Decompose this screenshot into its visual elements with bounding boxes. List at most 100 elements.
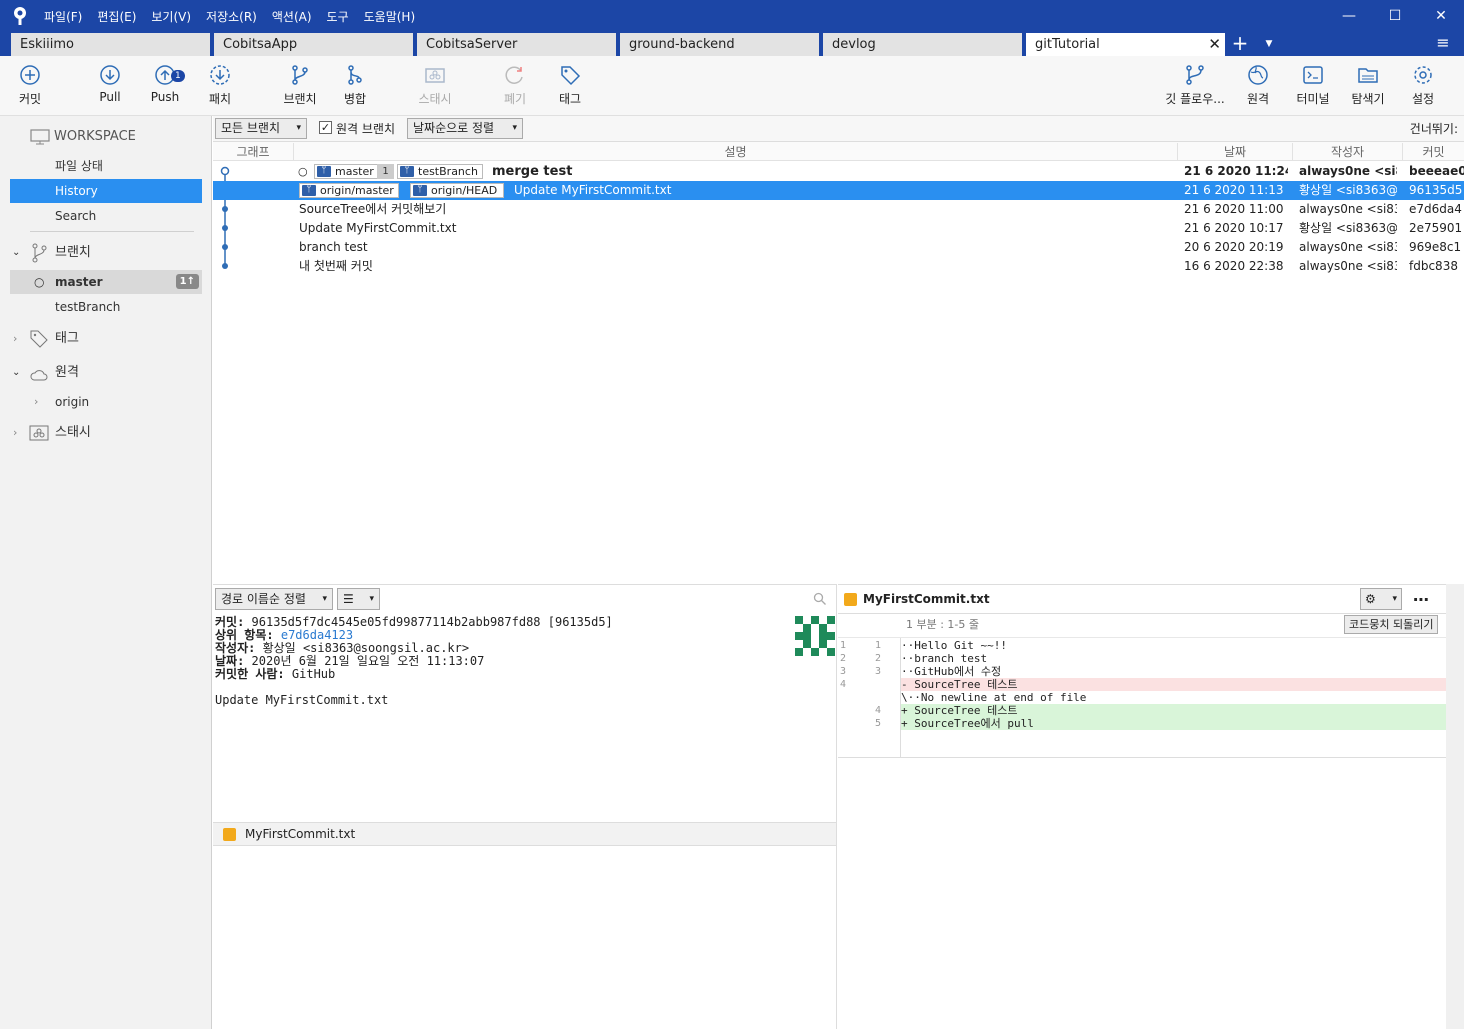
sidebar-item-branch-testbranch[interactable]: testBranch: [10, 295, 202, 319]
branches-header[interactable]: ⌄ 브랜치: [10, 242, 200, 264]
more-options-icon[interactable]: ⋯: [1413, 585, 1429, 614]
remote-button[interactable]: 원격: [1228, 64, 1288, 107]
tab-cobitsaapp[interactable]: CobitsaApp: [214, 33, 413, 56]
view-mode-dropdown[interactable]: ☰ ▾: [337, 588, 380, 610]
branch-button[interactable]: 브랜치: [270, 64, 330, 107]
globe-icon: [1248, 65, 1268, 85]
chevron-down-icon: ▾: [296, 123, 301, 133]
commit-row[interactable]: branch test 20 6 2020 20:19 always0ne <s…: [213, 238, 1464, 257]
remote-branches-checkbox[interactable]: ✓: [319, 121, 332, 134]
diff-line-removed: 4 - SourceTree 테스트: [838, 678, 1446, 691]
commit-button[interactable]: 커밋: [0, 64, 60, 107]
tab-gittutorial[interactable]: gitTutorial ✕: [1026, 33, 1225, 56]
workspace-header[interactable]: WORKSPACE: [30, 126, 136, 148]
col-description[interactable]: 설명: [293, 143, 1177, 160]
changed-file-row[interactable]: MyFirstCommit.txt: [213, 822, 836, 846]
revert-hunk-button[interactable]: 코드뭉치 되돌리기: [1344, 615, 1439, 634]
push-button[interactable]: Push 1: [135, 64, 195, 104]
menu-actions[interactable]: 액션(A): [272, 8, 312, 25]
committer-value: GitHub: [291, 667, 336, 681]
tag-button[interactable]: 태그: [540, 64, 600, 107]
minimize-button[interactable]: —: [1326, 0, 1372, 32]
commit-date: 20 6 2020 20:19: [1184, 240, 1284, 254]
col-graph[interactable]: 그래프: [213, 143, 293, 160]
search-icon[interactable]: [813, 592, 827, 606]
menu-tools[interactable]: 도구: [327, 8, 349, 25]
terminal-button[interactable]: 터미널: [1283, 64, 1343, 107]
explorer-button[interactable]: 탐색기: [1338, 64, 1398, 107]
commit-row[interactable]: SourceTree에서 커밋해보기 21 6 2020 11:00 alway…: [213, 200, 1464, 219]
chevron-right-icon: ›: [13, 332, 18, 345]
sidebar-item-file-status[interactable]: 파일 상태: [10, 154, 202, 178]
commit-details-panel: 경로 이름순 정렬 ▾ ☰ ▾ 커밋: 96135d5f7dc4545e05fd…: [213, 584, 837, 1029]
branch-icon: ᛘ: [413, 185, 427, 196]
col-commit[interactable]: 커밋: [1402, 143, 1464, 160]
stash-button[interactable]: 스태시: [405, 64, 465, 107]
hamburger-menu-icon[interactable]: ≡: [1433, 32, 1453, 56]
ref-label: master: [335, 165, 374, 178]
menu-edit[interactable]: 편집(E): [97, 8, 136, 25]
ref-label: origin/master: [320, 184, 394, 197]
tab-label: ground-backend: [629, 37, 735, 52]
commit-info: 커밋: 96135d5f7dc4545e05fd99877114b2abb987…: [215, 616, 613, 707]
tab-cobitsaserver[interactable]: CobitsaServer: [417, 33, 616, 56]
menu-help[interactable]: 도움말(H): [364, 8, 416, 25]
col-author[interactable]: 작성자: [1292, 143, 1402, 160]
commit-row[interactable]: Update MyFirstCommit.txt 21 6 2020 10:17…: [213, 219, 1464, 238]
new-tab-icon[interactable]: +: [1229, 32, 1251, 56]
branch-ref-testbranch[interactable]: ᛘ testBranch: [397, 164, 483, 179]
menu-view[interactable]: 보기(V): [151, 8, 191, 25]
commit-row-selected[interactable]: ᛘ origin/master ᛘ origin/HEAD Update MyF…: [213, 181, 1464, 200]
settings-button[interactable]: 설정: [1393, 64, 1453, 107]
diff-options-dropdown[interactable]: ⚙ ▾: [1360, 588, 1402, 610]
diff-panel: MyFirstCommit.txt ⚙ ▾ ⋯ 1 부분 : 1-5 줄 코드뭉…: [838, 584, 1464, 1029]
parent-link[interactable]: e7d6da4123: [281, 628, 353, 642]
menu-file[interactable]: 파일(F): [44, 8, 82, 25]
merge-icon: [348, 65, 362, 85]
close-window-button[interactable]: ✕: [1418, 0, 1464, 32]
tab-devlog[interactable]: devlog: [823, 33, 1022, 56]
old-line-number: 1: [840, 640, 847, 651]
col-date[interactable]: 날짜: [1177, 143, 1292, 160]
list-icon: ☰: [343, 592, 354, 606]
main-toolbar: 커밋 Pull Push 1 패치 브랜치 병합 스태시 폐기 태그 깃 플로우…: [0, 56, 1464, 116]
stashes-header[interactable]: › 스태시: [10, 422, 200, 444]
discard-button[interactable]: 폐기: [485, 64, 545, 107]
commit-hash: 969e8c1: [1409, 240, 1462, 254]
branch-filter-dropdown[interactable]: 모든 브랜치 ▾: [215, 118, 307, 139]
file-sort-dropdown[interactable]: 경로 이름순 정렬 ▾: [215, 588, 333, 610]
commit-row[interactable]: ○ ᛘ master 1 ᛘ testBranch merge test 21 …: [213, 162, 1464, 181]
commit-label: 커밋:: [215, 615, 245, 629]
tab-eskiiimo[interactable]: Eskiiimo: [11, 33, 210, 56]
branch-ref-origin-master[interactable]: ᛘ origin/master: [299, 183, 399, 198]
diff-line-text: - SourceTree 테스트: [901, 678, 1446, 691]
fetch-button[interactable]: 패치: [190, 64, 250, 107]
git-flow-button[interactable]: 깃 플로우...: [1162, 64, 1228, 107]
commit-row[interactable]: 내 첫번째 커밋 16 6 2020 22:38 always0ne <si83…: [213, 257, 1464, 276]
sidebar-item-remote-origin[interactable]: › origin: [10, 390, 202, 414]
pull-button[interactable]: Pull: [80, 64, 140, 104]
sidebar-item-search[interactable]: Search: [10, 204, 202, 228]
commit-date: 21 6 2020 10:17: [1184, 221, 1284, 235]
sidebar-item-branch-master[interactable]: ○ master 1↑: [10, 270, 202, 294]
sidebar-item-history[interactable]: History: [10, 179, 202, 203]
sidebar-item-label: History: [55, 184, 98, 198]
stash-icon: [29, 425, 49, 441]
remotes-header[interactable]: ⌄ 원격: [10, 362, 200, 384]
chevron-down-icon: ▾: [322, 594, 327, 604]
merge-button[interactable]: 병합: [325, 64, 385, 107]
branch-ref-master[interactable]: ᛘ master 1: [314, 164, 394, 179]
tab-ground-backend[interactable]: ground-backend: [620, 33, 819, 56]
current-branch-icon: ○: [34, 275, 45, 289]
diff-line-text: ··GitHub에서 수정: [901, 665, 1002, 678]
maximize-button[interactable]: ☐: [1372, 0, 1418, 32]
sort-dropdown[interactable]: 날짜순으로 정렬 ▾: [407, 118, 523, 139]
menu-repository[interactable]: 저장소(R): [206, 8, 257, 25]
sort-value: 날짜순으로 정렬: [413, 121, 495, 135]
diff-scrollbar[interactable]: [1446, 584, 1464, 1029]
tab-list-chevron-icon[interactable]: ▼: [1261, 32, 1277, 56]
repo-tab-bar: Eskiiimo CobitsaApp CobitsaServer ground…: [0, 32, 1464, 56]
close-tab-icon[interactable]: ✕: [1208, 33, 1221, 56]
branch-ref-origin-head[interactable]: ᛘ origin/HEAD: [410, 183, 504, 198]
tags-header[interactable]: › 태그: [10, 328, 200, 350]
